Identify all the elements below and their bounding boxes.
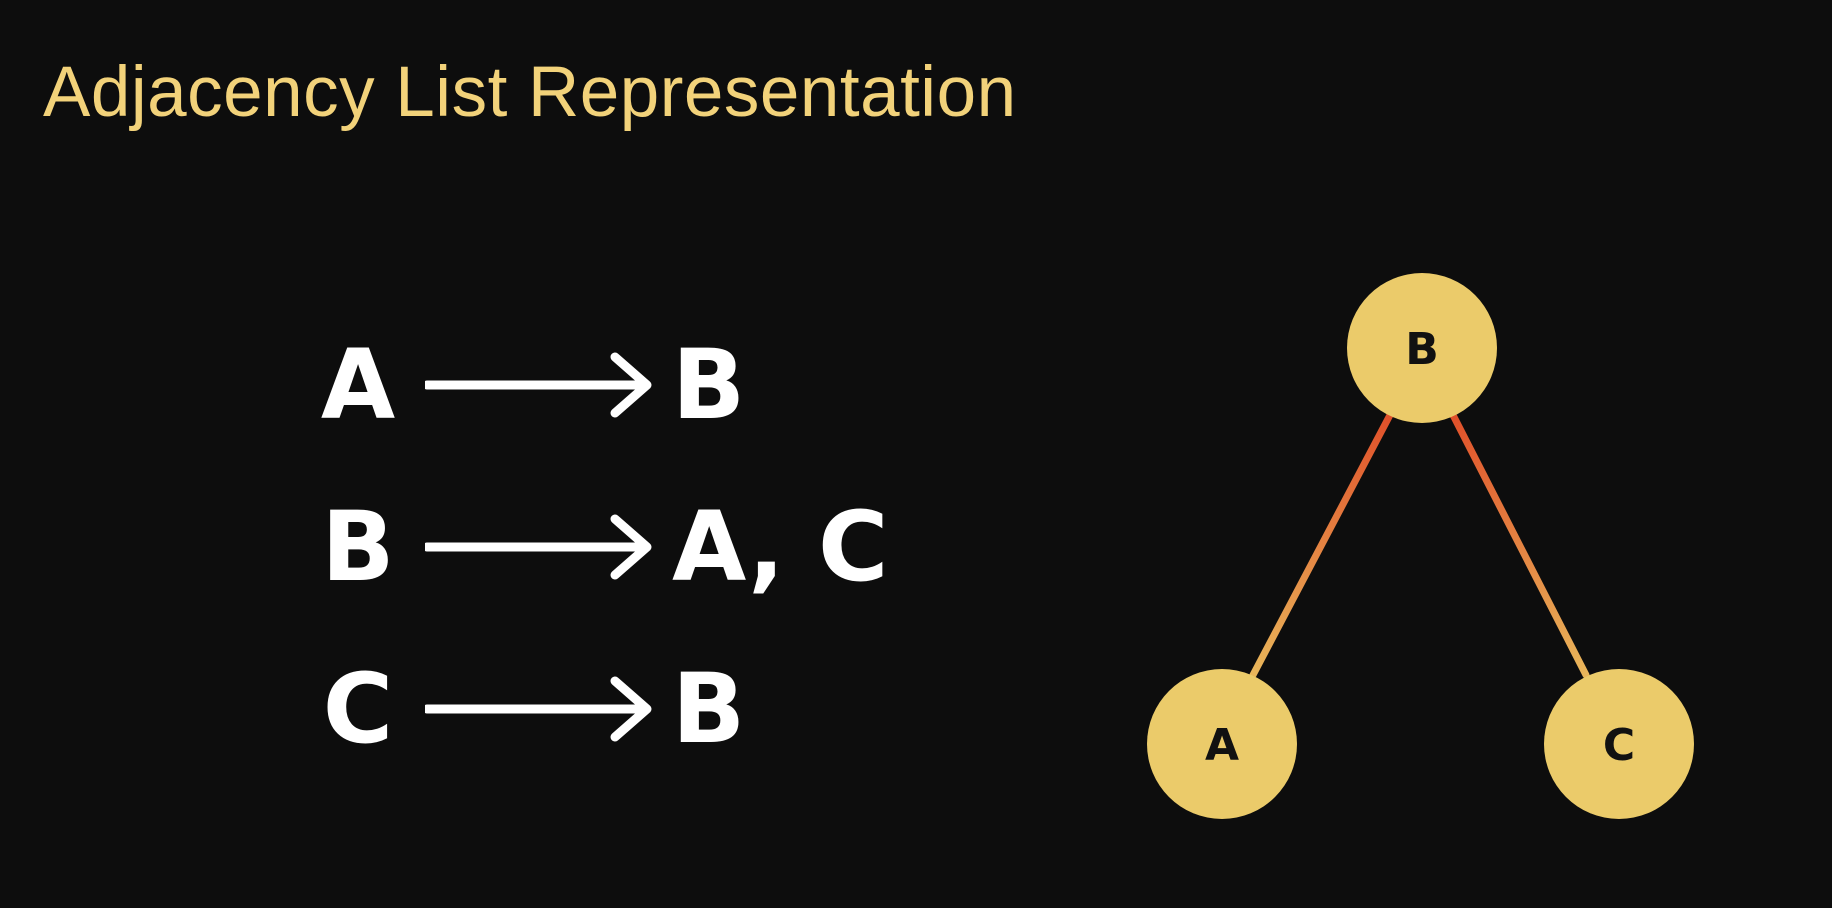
graph-node-label: B xyxy=(1405,324,1439,375)
graph-node-label: A xyxy=(1205,720,1239,771)
graph-edge-b-a xyxy=(1249,411,1394,679)
graph-edge-b-c xyxy=(1449,411,1590,679)
graph-node-b: B xyxy=(1347,273,1497,423)
graph-node-c: C xyxy=(1544,669,1694,819)
graph-node-a: A xyxy=(1147,669,1297,819)
graph-node-label: C xyxy=(1603,720,1635,771)
graph-diagram: B A C xyxy=(1147,273,1694,819)
